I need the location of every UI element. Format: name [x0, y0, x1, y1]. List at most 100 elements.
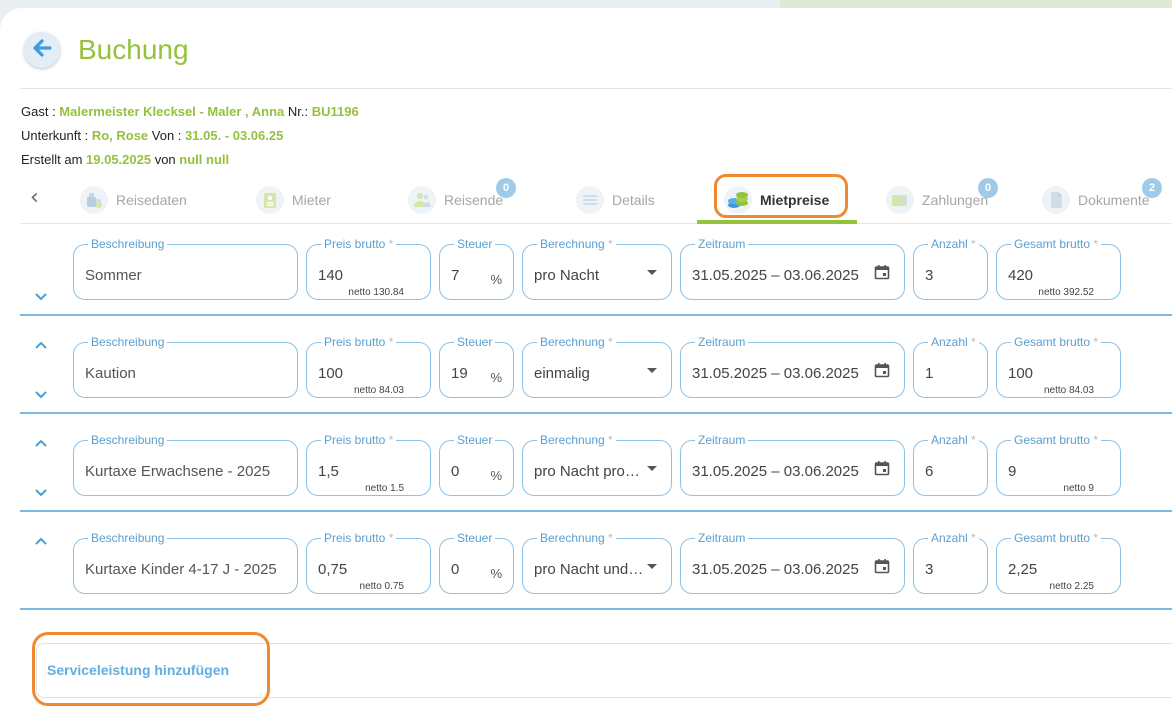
calendar-icon[interactable] [874, 264, 890, 285]
field-label: Gesamt brutto * [1011, 433, 1102, 447]
preis-field[interactable]: Preis brutto * 0,75 netto 0.75 [306, 531, 431, 594]
tab-reisedaten[interactable]: Reisedaten [80, 182, 187, 218]
field-value: 2,25 [1008, 561, 1038, 578]
field-label: Anzahl * [928, 433, 979, 447]
field-value: 3 [925, 561, 934, 578]
back-button[interactable] [24, 32, 60, 68]
berechnung-select[interactable]: Berechnung * pro Nacht [522, 237, 672, 300]
created-by-value: null null [179, 152, 230, 167]
created-info: Erstellt am 19.05.2025 von null null [21, 152, 229, 168]
field-value: pro Nacht [534, 267, 600, 284]
tab-bar: ‹ Reisedaten Mieter Reisende 0 Details M… [20, 172, 1172, 224]
chevron-up-icon [35, 537, 47, 545]
gesamt-field[interactable]: Gesamt brutto * 2,25 netto 2.25 [996, 531, 1121, 594]
tab-label: Reisende [444, 192, 504, 208]
caret-down-icon [647, 270, 657, 275]
beschreibung-field[interactable]: Beschreibung Kurtaxe Erwachsene - 2025 [73, 433, 298, 496]
caret-down-icon [647, 368, 657, 373]
guest-info: Gast : Malermeister Klecksel - Maler , A… [21, 104, 359, 120]
price-row: Beschreibung Kaution Preis brutto * 100 … [20, 325, 1172, 423]
accommodation-info: Unterkunft : Ro, Rose Von : 31.05. - 03.… [21, 128, 283, 144]
wallet-icon [886, 186, 914, 214]
zeitraum-field[interactable]: Zeitraum 31.05.2025 – 03.06.2025 [680, 237, 905, 300]
field-value: 0 [451, 561, 460, 578]
percent-suffix: % [490, 566, 502, 581]
move-down-button[interactable] [32, 388, 50, 400]
calendar-icon[interactable] [874, 362, 890, 383]
steuer-field[interactable]: Steuer 0 % [439, 531, 514, 594]
move-up-button[interactable] [32, 535, 50, 547]
gesamt-field[interactable]: Gesamt brutto * 9 netto 9 [996, 433, 1121, 496]
zeitraum-field[interactable]: Zeitraum 31.05.2025 – 03.06.2025 [680, 531, 905, 594]
berechnung-select[interactable]: Berechnung * pro Nacht und Person [522, 531, 672, 594]
tab-reisende[interactable]: Reisende 0 [408, 178, 516, 218]
move-down-button[interactable] [32, 486, 50, 498]
field-label: Gesamt brutto * [1011, 531, 1102, 545]
berechnung-select[interactable]: Berechnung * pro Nacht pro Person [522, 433, 672, 496]
chevron-down-icon [35, 488, 47, 496]
calendar-icon[interactable] [874, 558, 890, 579]
period-label: Von : [148, 128, 186, 143]
price-row: Beschreibung Sommer Preis brutto * 140 n… [20, 227, 1172, 325]
field-value: 0,75 [318, 561, 348, 578]
arrow-left-icon [31, 37, 53, 64]
field-value: Kurtaxe Kinder 4-17 J - 2025 [85, 561, 277, 578]
field-value: 31.05.2025 – 03.06.2025 [692, 561, 859, 578]
field-value: 31.05.2025 – 03.06.2025 [692, 267, 859, 284]
beschreibung-field[interactable]: Beschreibung Sommer [73, 237, 298, 300]
zeitraum-field[interactable]: Zeitraum 31.05.2025 – 03.06.2025 [680, 433, 905, 496]
zeitraum-field[interactable]: Zeitraum 31.05.2025 – 03.06.2025 [680, 335, 905, 398]
preis-field[interactable]: Preis brutto * 100 netto 84.03 [306, 335, 431, 398]
field-label: Steuer [454, 237, 496, 251]
field-label: Gesamt brutto * [1011, 237, 1102, 251]
field-label: Berechnung * [537, 433, 616, 447]
gesamt-field[interactable]: Gesamt brutto * 420 netto 392.52 [996, 237, 1121, 300]
tab-mieter[interactable]: Mieter [256, 182, 331, 218]
field-label: Preis brutto * [321, 531, 397, 545]
field-value: Kurtaxe Erwachsene - 2025 [85, 463, 271, 480]
berechnung-select[interactable]: Berechnung * einmalig [522, 335, 672, 398]
percent-suffix: % [490, 272, 502, 287]
anzahl-field[interactable]: Anzahl * 6 [913, 433, 988, 496]
row-divider [20, 412, 1172, 414]
preis-field[interactable]: Preis brutto * 140 netto 130.84 [306, 237, 431, 300]
netto-value: netto 392.52 [1038, 287, 1094, 298]
field-value: 100 [1008, 365, 1034, 382]
tab-dokumente[interactable]: Dokumente 2 [1042, 178, 1162, 218]
tab-label: Mieter [292, 192, 331, 208]
field-value: 19 [451, 365, 468, 382]
count-badge: 0 [496, 178, 516, 198]
field-label: Berechnung * [537, 335, 616, 349]
gesamt-field[interactable]: Gesamt brutto * 100 netto 84.03 [996, 335, 1121, 398]
chevron-down-icon [35, 292, 47, 300]
beschreibung-field[interactable]: Beschreibung Kaution [73, 335, 298, 398]
anzahl-field[interactable]: Anzahl * 3 [913, 531, 988, 594]
beschreibung-field[interactable]: Beschreibung Kurtaxe Kinder 4-17 J - 202… [73, 531, 298, 594]
anzahl-field[interactable]: Anzahl * 3 [913, 237, 988, 300]
field-value: 7 [451, 267, 460, 284]
id-card-icon [256, 186, 284, 214]
created-label: Erstellt am [21, 152, 87, 167]
page-title: Buchung [78, 34, 189, 65]
field-value: pro Nacht und Person [534, 561, 644, 578]
steuer-field[interactable]: Steuer 7 % [439, 237, 514, 300]
move-up-button[interactable] [32, 339, 50, 351]
steuer-field[interactable]: Steuer 0 % [439, 433, 514, 496]
move-up-button[interactable] [32, 437, 50, 449]
tabs-prev-button[interactable]: ‹ [30, 187, 39, 209]
field-value: 3 [925, 267, 934, 284]
list-icon [576, 186, 604, 214]
field-label: Steuer [454, 335, 496, 349]
calendar-icon[interactable] [874, 460, 890, 481]
field-label: Preis brutto * [321, 433, 397, 447]
field-label: Beschreibung [88, 433, 168, 447]
move-down-button[interactable] [32, 290, 50, 302]
preis-field[interactable]: Preis brutto * 1,5 netto 1.5 [306, 433, 431, 496]
anzahl-field[interactable]: Anzahl * 1 [913, 335, 988, 398]
field-label: Anzahl * [928, 335, 979, 349]
steuer-field[interactable]: Steuer 19 % [439, 335, 514, 398]
price-row: Beschreibung Kurtaxe Kinder 4-17 J - 202… [20, 521, 1172, 619]
tab-details[interactable]: Details [576, 182, 655, 218]
tab-zahlungen[interactable]: Zahlungen 0 [886, 178, 998, 218]
tab-label: Reisedaten [116, 192, 187, 208]
